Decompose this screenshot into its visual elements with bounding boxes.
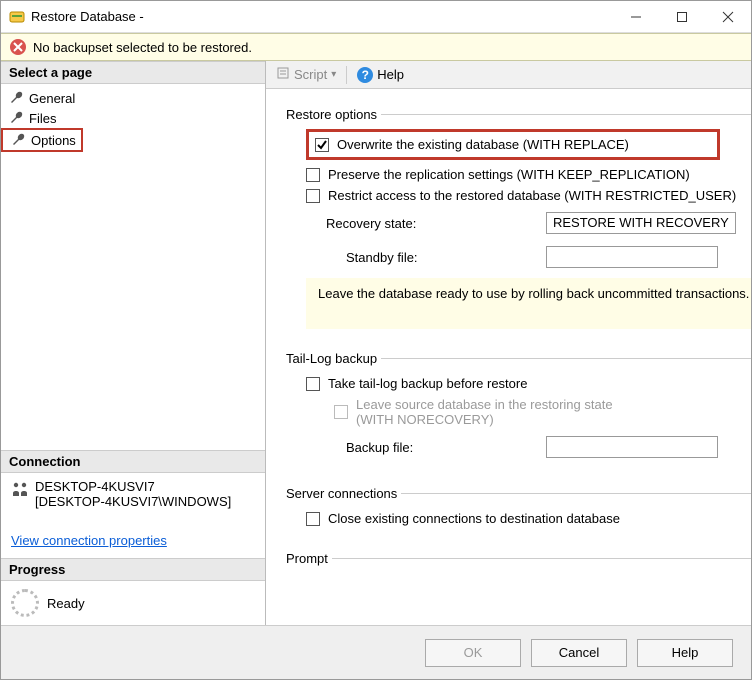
restore-options-legend: Restore options (282, 107, 381, 122)
maximize-button[interactable] (659, 1, 705, 33)
connection-header: Connection (1, 450, 265, 473)
restrict-label: Restrict access to the restored database… (328, 188, 736, 203)
leave-source-label-l2: (WITH NORECOVERY) (356, 412, 613, 427)
script-label: Script (294, 67, 327, 82)
close-connections-row[interactable]: Close existing connections to destinatio… (306, 508, 751, 529)
overwrite-checkbox[interactable] (315, 138, 329, 152)
server-detail: [DESKTOP-4KUSVI7\WINDOWS] (35, 494, 231, 509)
nav-options[interactable]: Options (1, 128, 83, 152)
window-title: Restore Database - (31, 9, 144, 24)
close-connections-checkbox[interactable] (306, 512, 320, 526)
server-icon (11, 481, 29, 499)
help-label: Help (377, 67, 404, 82)
help-icon: ? (357, 67, 373, 83)
progress-header: Progress (1, 558, 265, 581)
right-pane: Script ▾ ? Help Restore options Overwrit… (266, 61, 751, 625)
prompt-group: Prompt (286, 543, 751, 573)
preserve-checkbox-row[interactable]: Preserve the replication settings (WITH … (306, 164, 751, 185)
take-tail-log-row[interactable]: Take tail-log backup before restore (306, 373, 751, 394)
app-icon (9, 9, 25, 25)
leave-source-label-l1: Leave source database in the restoring s… (356, 397, 613, 412)
nav-options-label: Options (31, 133, 76, 148)
warning-bar: No backupset selected to be restored. (1, 33, 751, 61)
recovery-state-label: Recovery state: (306, 216, 536, 231)
take-tail-log-label: Take tail-log backup before restore (328, 376, 527, 391)
select-page-header: Select a page (1, 61, 265, 84)
error-icon (9, 38, 27, 56)
restrict-checkbox[interactable] (306, 189, 320, 203)
progress-text: Ready (47, 596, 85, 611)
backup-file-label: Backup file: (306, 440, 536, 455)
nav-general[interactable]: General (1, 88, 265, 108)
standby-file-label: Standby file: (306, 250, 536, 265)
ok-button[interactable]: OK (425, 639, 521, 667)
help-button[interactable]: Help (637, 639, 733, 667)
wrench-icon (9, 110, 25, 126)
footer: OK Cancel Help (1, 625, 751, 679)
warning-text: No backupset selected to be restored. (33, 40, 252, 55)
leave-source-checkbox (334, 405, 348, 419)
server-name: DESKTOP-4KUSVI7 (35, 479, 231, 494)
server-connections-legend: Server connections (282, 486, 401, 501)
nav-general-label: General (29, 91, 75, 106)
recovery-note: Leave the database ready to use by rolli… (306, 278, 751, 329)
restore-options-group: Restore options Overwrite the existing d… (286, 99, 751, 329)
nav-files-label: Files (29, 111, 56, 126)
cancel-button[interactable]: Cancel (531, 639, 627, 667)
view-connection-properties-link[interactable]: View connection properties (11, 533, 255, 548)
backup-file-field[interactable] (546, 436, 718, 458)
progress-spinner-icon (11, 589, 39, 617)
nav-files[interactable]: Files (1, 108, 265, 128)
take-tail-log-checkbox[interactable] (306, 377, 320, 391)
close-button[interactable] (705, 1, 751, 33)
preserve-label: Preserve the replication settings (WITH … (328, 167, 690, 182)
script-button[interactable]: Script ▾ (272, 64, 340, 85)
overwrite-checkbox-row[interactable]: Overwrite the existing database (WITH RE… (306, 129, 720, 160)
left-pane: Select a page General Files Options (1, 61, 266, 625)
title-bar: Restore Database - (1, 1, 751, 33)
server-connections-group: Server connections Close existing connec… (286, 478, 751, 529)
restrict-checkbox-row[interactable]: Restrict access to the restored database… (306, 185, 751, 206)
tail-log-group: Tail-Log backup Take tail-log backup bef… (286, 343, 751, 464)
chevron-down-icon: ▾ (331, 69, 336, 80)
toolbar-separator (346, 66, 347, 84)
recovery-state-field[interactable]: RESTORE WITH RECOVERY (546, 212, 736, 234)
help-button[interactable]: ? Help (353, 65, 408, 85)
prompt-legend: Prompt (282, 551, 332, 566)
overwrite-label: Overwrite the existing database (WITH RE… (337, 137, 629, 152)
leave-source-row: Leave source database in the restoring s… (306, 394, 751, 430)
standby-file-field[interactable] (546, 246, 718, 268)
preserve-checkbox[interactable] (306, 168, 320, 182)
tail-log-legend: Tail-Log backup (282, 351, 381, 366)
toolbar: Script ▾ ? Help (266, 61, 751, 89)
script-icon (276, 66, 290, 83)
minimize-button[interactable] (613, 1, 659, 33)
wrench-icon (9, 90, 25, 106)
wrench-icon (11, 132, 27, 148)
close-connections-label: Close existing connections to destinatio… (328, 511, 620, 526)
